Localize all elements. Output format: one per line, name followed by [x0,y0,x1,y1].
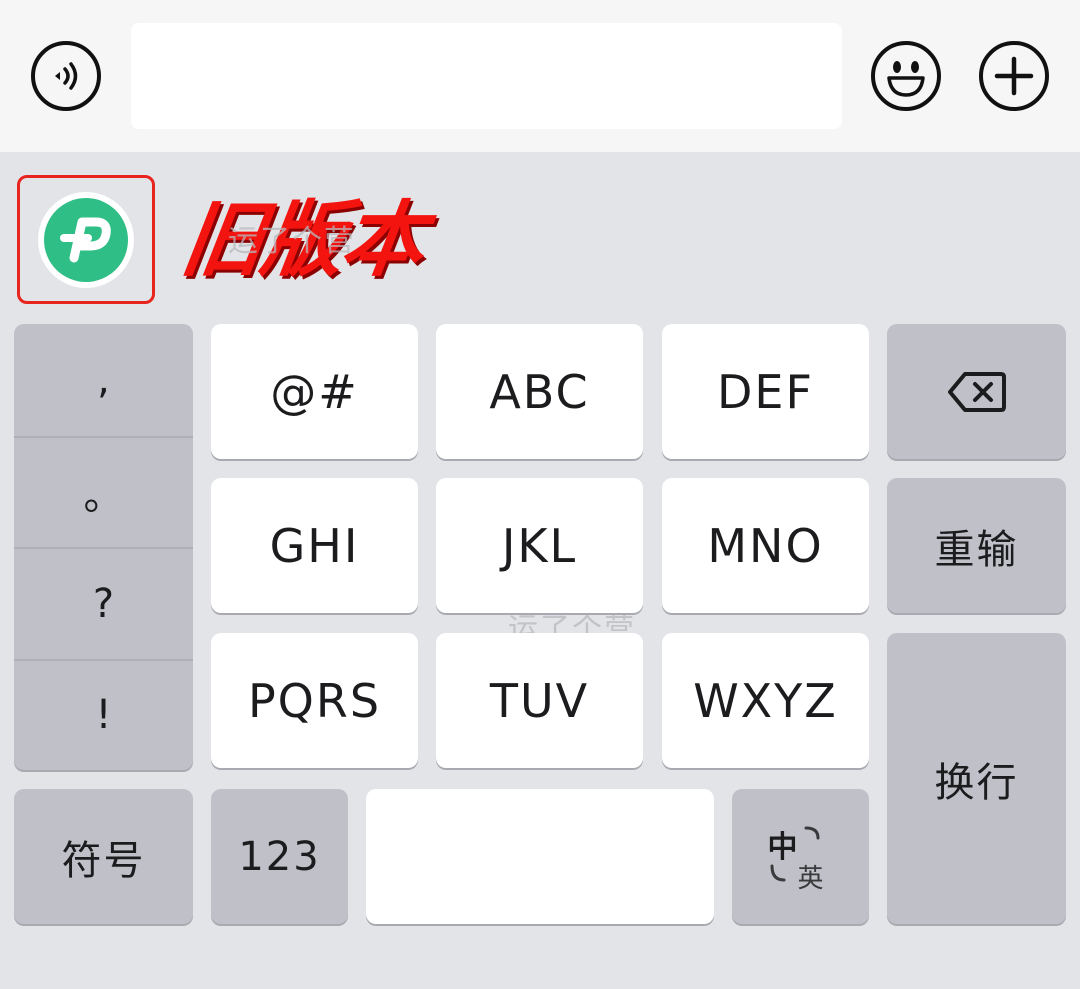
app-logo-icon [44,197,128,282]
key-pqrs[interactable]: PQRS [211,633,418,768]
emoji-icon [887,61,925,97]
key-ghi[interactable]: GHI [211,478,418,613]
language-switch-key[interactable]: 中 英 [732,789,869,924]
key-label: TUV [489,673,590,728]
newline-label: 换行 [934,759,1019,806]
punct-exclaim[interactable]: ! [14,658,193,771]
backspace-key[interactable] [887,324,1066,459]
newline-key[interactable]: 换行 [887,633,1066,924]
space-key[interactable] [366,789,714,924]
key-label: MNO [707,518,824,573]
punct-question[interactable]: ? [14,547,193,659]
key-at-hash[interactable]: @# [211,324,418,459]
numbers-label: 123 [238,833,321,880]
message-input[interactable] [131,23,842,129]
key-def[interactable]: DEF [662,324,869,459]
numbers-key[interactable]: 123 [211,789,348,924]
key-label: DEF [717,364,814,419]
key-label: WXYZ [693,673,838,728]
watermark-top: 运了个营 [228,224,356,259]
key-label: @# [270,364,359,419]
punct-period[interactable]: 。 [14,435,193,548]
key-label: GHI [269,518,360,573]
app-logo-highlight[interactable] [17,175,155,304]
backspace-icon [947,371,1006,412]
symbols-label: 符号 [61,837,146,884]
voice-button[interactable] [31,41,101,111]
more-button[interactable] [979,41,1049,111]
key-label: JKL [501,518,578,573]
retype-key[interactable]: 重输 [887,478,1066,613]
keyboard-toolbar [0,152,1080,322]
retype-label: 重输 [934,526,1019,573]
symbols-key[interactable]: 符号 [14,789,193,924]
key-wxyz[interactable]: WXYZ [662,633,869,768]
key-jkl[interactable]: JKL [436,478,643,613]
key-mno[interactable]: MNO [662,478,869,613]
key-label: PQRS [247,673,382,728]
punct-comma[interactable]: , [14,324,193,436]
voice-input-icon [55,62,78,90]
language-switch-icon: 中 英 [766,822,836,894]
app-logo[interactable] [38,191,134,288]
emoji-button[interactable] [871,41,941,111]
plus-icon [994,56,1034,96]
key-tuv[interactable]: TUV [436,633,643,768]
key-abc[interactable]: ABC [436,324,643,459]
punctuation-column[interactable]: , 。 ? ! [14,324,193,770]
key-label: ABC [489,364,590,419]
